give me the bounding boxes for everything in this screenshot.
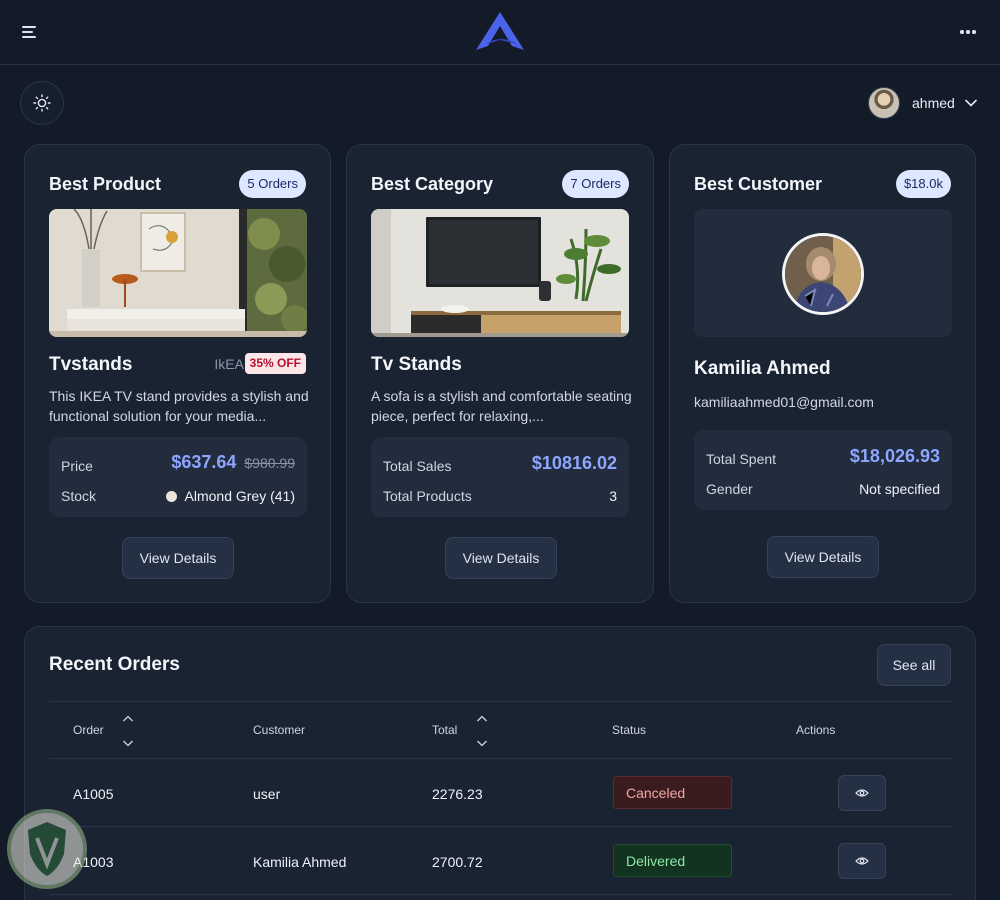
product-brand: IkEA <box>214 356 244 372</box>
view-order-button[interactable] <box>838 843 886 879</box>
products-label: Total Products <box>383 488 472 504</box>
price-label: Price <box>61 458 93 474</box>
column-header-customer: Customer <box>253 723 306 737</box>
price-value: $637.64 $980.99 <box>171 452 295 473</box>
sort-arrows-icon[interactable] <box>122 715 134 747</box>
eye-icon <box>855 857 869 865</box>
order-customer: user <box>253 786 281 802</box>
spent-value: $18,026.93 <box>849 446 940 466</box>
best-category-card: Best Category 7 Orders Tv Stands A sofa … <box>346 144 654 603</box>
user-name: ahmed <box>912 95 955 111</box>
best-product-card: Best Product 5 Orders Tvstands IkEA 35% … <box>24 144 331 603</box>
more-dots-icon[interactable] <box>958 23 978 39</box>
view-details-button[interactable]: View Details <box>767 536 879 578</box>
view-details-button[interactable]: View Details <box>122 537 234 579</box>
gender-value: Not specified <box>859 481 940 497</box>
category-name: Tv Stands <box>371 354 462 375</box>
avatar <box>868 87 900 119</box>
card-title: Best Product <box>49 174 162 194</box>
category-stats: Total Sales $10816.02 Total Products 3 <box>371 437 629 517</box>
view-details-button[interactable]: View Details <box>445 537 557 579</box>
order-total: 2700.72 <box>432 854 483 870</box>
customer-photo-frame <box>694 209 952 337</box>
best-customer-card: Best Customer $18.0k Kamilia Ahmed kamil… <box>669 144 976 603</box>
gender-label: Gender <box>706 481 753 497</box>
color-swatch <box>165 491 177 502</box>
table-header: Order Customer Total Status Actions <box>49 701 953 759</box>
orders-badge: 7 Orders <box>562 170 629 198</box>
column-header-status: Status <box>612 723 647 737</box>
status-badge: Delivered <box>613 844 732 877</box>
column-header-order: Order <box>73 723 104 737</box>
top-bar <box>0 0 1000 65</box>
column-header-actions: Actions <box>796 723 836 737</box>
product-stats: Price $637.64 $980.99 Stock Almond Grey (… <box>49 437 307 517</box>
status-badge: Canceled <box>613 776 732 809</box>
product-name: Tvstands <box>49 354 133 375</box>
table-row: A1005 user 2276.23 Canceled <box>49 759 953 827</box>
customer-stats: Total Spent $18,026.93 Gender Not specif… <box>694 430 952 510</box>
user-menu[interactable]: ahmed <box>868 86 980 120</box>
sun-icon <box>33 94 51 112</box>
customer-email: kamiliaahmed01@gmail.com <box>694 394 874 410</box>
theme-toggle-button[interactable] <box>20 81 64 125</box>
spent-label: Total Spent <box>706 451 777 467</box>
stock-value: Almond Grey (41) <box>165 488 295 504</box>
card-title: Best Category <box>371 174 494 194</box>
chevron-down-icon <box>965 99 977 107</box>
customer-name: Kamilia Ahmed <box>694 358 831 379</box>
card-title: Best Customer <box>694 174 823 194</box>
stock-label: Stock <box>61 488 97 504</box>
eye-icon <box>855 789 869 797</box>
view-order-button[interactable] <box>838 775 886 811</box>
sales-value: $10816.02 <box>531 453 617 473</box>
category-description: A sofa is a stylish and comfortable seat… <box>371 388 632 424</box>
orders-badge: 5 Orders <box>239 170 306 198</box>
menu-icon[interactable] <box>22 22 42 42</box>
recent-orders-panel: Recent Orders See all Order Customer Tot… <box>24 626 976 900</box>
section-title: Recent Orders <box>49 654 180 675</box>
discount-badge: 35% OFF <box>244 353 306 374</box>
column-header-total: Total <box>432 723 458 737</box>
product-description: This IKEA TV stand provides a stylish an… <box>49 388 309 424</box>
see-all-button[interactable]: See all <box>877 644 951 686</box>
watermark-seal-icon <box>7 809 87 889</box>
current-price: $637.64 <box>171 452 237 472</box>
old-price: $980.99 <box>244 455 295 471</box>
products-value: 3 <box>609 488 617 504</box>
customer-avatar <box>782 233 864 315</box>
sort-arrows-icon[interactable] <box>476 715 488 747</box>
stock-text: Almond Grey (41) <box>184 488 295 504</box>
order-customer: Kamilia Ahmed <box>253 854 347 870</box>
product-image <box>49 209 307 337</box>
order-total: 2276.23 <box>432 786 483 802</box>
order-id: A1005 <box>73 786 114 802</box>
sales-label: Total Sales <box>383 458 452 474</box>
spent-badge: $18.0k <box>895 170 951 198</box>
table-row: A1003 Kamilia Ahmed 2700.72 Delivered <box>49 827 953 895</box>
logo-triangle-icon[interactable] <box>474 10 526 52</box>
category-image <box>371 209 629 337</box>
